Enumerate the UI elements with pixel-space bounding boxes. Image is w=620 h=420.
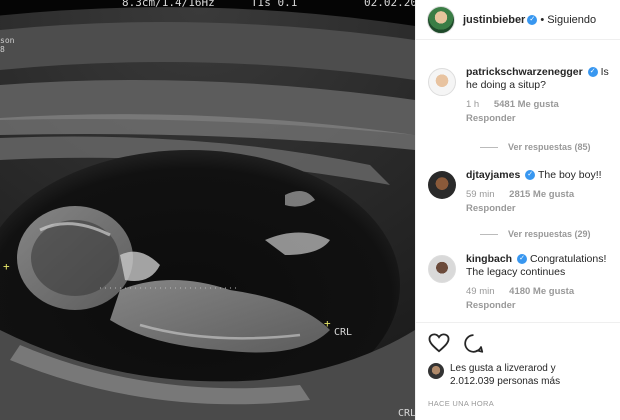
reply-button[interactable]: Responder bbox=[466, 113, 516, 124]
commenter-avatar[interactable] bbox=[428, 255, 456, 283]
post-timestamp[interactable]: HACE UNA HORA bbox=[428, 399, 609, 408]
crl-marker: CRL bbox=[334, 327, 353, 338]
comment-icon[interactable] bbox=[463, 333, 484, 354]
separator-dot: • bbox=[540, 13, 545, 26]
verified-badge-icon: ✓ bbox=[587, 67, 598, 78]
likes-summary: Les gusta a lizverarod y 2.012.039 perso… bbox=[428, 362, 609, 388]
replies-divider bbox=[480, 146, 498, 148]
commenter-username[interactable]: djtayjames bbox=[466, 169, 520, 181]
post-header: justinbieber ✓ • Siguiendo bbox=[416, 0, 620, 40]
comment-item: djtayjames ✓ The boy boy!! 59 min 2815 M… bbox=[428, 169, 620, 216]
liker-avatar[interactable] bbox=[428, 363, 444, 379]
likes-summary-line2[interactable]: 2.012.039 personas más bbox=[450, 375, 560, 388]
verified-badge-icon: ✓ bbox=[525, 170, 536, 181]
commenter-avatar[interactable] bbox=[428, 68, 456, 96]
author-username[interactable]: justinbieber bbox=[463, 14, 525, 26]
svg-text:+: + bbox=[324, 317, 331, 330]
action-icons bbox=[428, 331, 609, 355]
date-readout: 02.02.201 bbox=[364, 0, 415, 9]
tis-readout: TIs 0.1 bbox=[251, 0, 298, 9]
reply-button[interactable]: Responder bbox=[466, 300, 516, 311]
post-actions: Les gusta a lizverarod y 2.012.039 perso… bbox=[416, 322, 620, 408]
comment-meta: 1 h 5481 Me gusta Responder bbox=[466, 98, 616, 126]
side-readout: son 8 bbox=[0, 36, 15, 54]
comment-meta: 49 min 4180 Me gusta Responder bbox=[466, 285, 616, 313]
depth-readout: 8.3cm/1.4/16Hz bbox=[122, 0, 215, 9]
likes-summary-line1[interactable]: Les gusta a lizverarod y bbox=[450, 362, 560, 375]
crl-marker-bottom: CRL bbox=[398, 408, 415, 419]
following-button[interactable]: Siguiendo bbox=[547, 14, 596, 26]
comment-time[interactable]: 59 min bbox=[466, 189, 495, 200]
svg-text:+: + bbox=[3, 260, 10, 273]
verified-badge-icon: ✓ bbox=[517, 254, 528, 265]
comment-time[interactable]: 1 h bbox=[466, 99, 479, 110]
view-replies-label: Ver respuestas (85) bbox=[508, 142, 591, 152]
commenter-username[interactable]: patrickschwarzenegger bbox=[466, 66, 583, 78]
reply-button[interactable]: Responder bbox=[466, 203, 516, 214]
replies-divider bbox=[480, 233, 498, 235]
view-replies-button[interactable]: Ver respuestas (29) bbox=[480, 229, 620, 239]
comment-likes[interactable]: 5481 Me gusta bbox=[494, 99, 559, 110]
view-replies-button[interactable]: Ver respuestas (85) bbox=[480, 142, 620, 152]
commenter-username[interactable]: kingbach bbox=[466, 253, 512, 265]
comment-meta: 59 min 2815 Me gusta Responder bbox=[466, 188, 616, 216]
comment-likes[interactable]: 4180 Me gusta bbox=[509, 286, 574, 297]
heart-icon[interactable] bbox=[428, 333, 450, 353]
post-side-panel: justinbieber ✓ • Siguiendo patrickschwar… bbox=[415, 0, 620, 420]
commenter-avatar[interactable] bbox=[428, 171, 456, 199]
comment-item: patrickschwarzenegger ✓ Is he doing a si… bbox=[428, 66, 620, 126]
verified-badge-icon: ✓ bbox=[527, 14, 538, 25]
comment-likes[interactable]: 2815 Me gusta bbox=[509, 189, 574, 200]
ultrasound-scan: + + bbox=[0, 7, 415, 420]
post-image-ultrasound: + + 8.3cm/1.4/16Hz TIs 0.1 02.02.201 son… bbox=[0, 0, 415, 420]
view-replies-label: Ver respuestas (29) bbox=[508, 229, 591, 239]
comments-list: patrickschwarzenegger ✓ Is he doing a si… bbox=[416, 66, 620, 313]
comment-text: The boy boy!! bbox=[537, 169, 602, 181]
comment-item: kingbach ✓ Congratulations! The legacy c… bbox=[428, 253, 620, 313]
author-avatar[interactable] bbox=[427, 5, 455, 34]
comment-time[interactable]: 49 min bbox=[466, 286, 495, 297]
